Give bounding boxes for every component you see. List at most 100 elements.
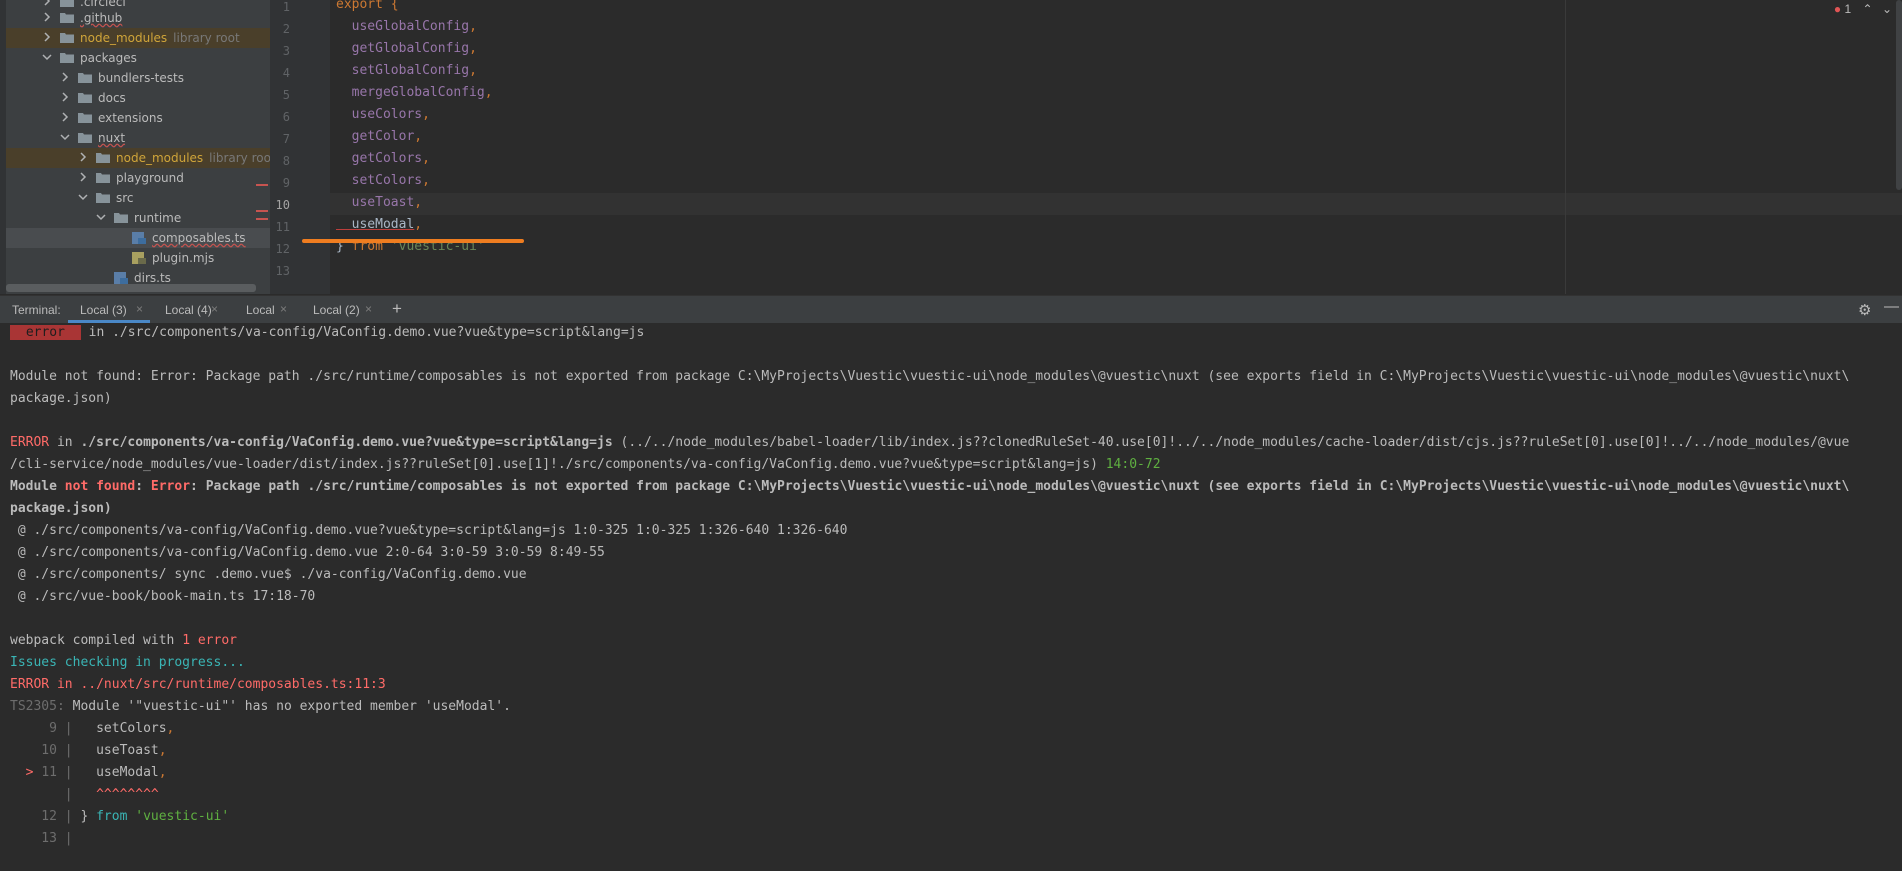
terminal-text: , <box>158 743 167 758</box>
terminal-line: @ ./src/vue-book/book-main.ts 17:18-70 <box>10 589 315 604</box>
terminal-line: package.json) <box>10 501 112 516</box>
terminal-line: | ^^^^^^^^ <box>10 787 159 802</box>
terminal-title: Terminal: <box>12 303 61 317</box>
code-line[interactable]: mergeGlobalConfig, <box>336 85 493 100</box>
line-number: 11 <box>275 220 290 234</box>
add-terminal-button[interactable]: + <box>392 299 402 319</box>
terminal-text: @ ./src/components/va-config/VaConfig.de… <box>10 523 848 538</box>
chevron-down-icon[interactable] <box>78 191 88 203</box>
terminal-text: , <box>166 721 175 736</box>
code-line[interactable]: setGlobalConfig, <box>336 63 477 78</box>
tree-item[interactable]: composables.ts <box>6 228 270 248</box>
terminal-text: Module <box>10 479 65 494</box>
line-number: 1 <box>282 0 290 14</box>
code-line[interactable]: getColor, <box>336 129 422 144</box>
chevron-right-icon[interactable] <box>60 71 70 83</box>
terminal-tab[interactable]: Local (3) × <box>68 296 150 323</box>
tree-item-label: runtime <box>134 211 182 225</box>
code-line[interactable]: export { <box>336 0 399 12</box>
tree-item[interactable]: node_modules library root <box>6 28 270 48</box>
terminal-output[interactable]: error in ./src/components/va-config/VaCo… <box>0 323 1902 871</box>
tree-item[interactable]: extensions <box>6 108 270 128</box>
code-line[interactable]: getColors, <box>336 151 430 166</box>
terminal-line: 10 | useToast, <box>10 743 167 758</box>
chevron-right-icon[interactable] <box>78 171 88 183</box>
folder-icon <box>114 212 128 223</box>
folder-icon <box>78 132 92 143</box>
tree-item[interactable]: docs <box>6 88 270 108</box>
code-token: useGlobalConfig <box>336 19 470 34</box>
chevron-down-icon[interactable] <box>60 131 70 143</box>
terminal-text: , <box>158 765 167 780</box>
chevron-right-icon[interactable] <box>42 31 52 43</box>
problems-count: 1 <box>1844 2 1852 16</box>
terminal-text: (../../node_modules/babel-loader/lib/ind… <box>612 435 1850 450</box>
code-token: getColors <box>336 151 423 166</box>
chevron-down-icon[interactable]: ⌄ <box>1882 2 1892 16</box>
right-margin-guide <box>1565 0 1566 294</box>
tree-item[interactable]: runtime <box>6 208 270 228</box>
code-line[interactable]: useModal, <box>336 217 422 232</box>
code-line[interactable]: getGlobalConfig, <box>336 41 477 56</box>
chevron-down-icon[interactable] <box>42 51 52 63</box>
tree-item[interactable]: plugin.mjs <box>6 248 270 268</box>
terminal-text: setColors <box>80 721 167 736</box>
code-line[interactable]: useGlobalConfig, <box>336 19 477 34</box>
terminal-text: /cli-service/node_modules/vue-loader/dis… <box>10 457 1106 472</box>
tree-item[interactable]: packages <box>6 48 270 68</box>
terminal-text: ERROR <box>10 435 50 450</box>
code-line[interactable]: useColors, <box>336 107 430 122</box>
terminal-tab[interactable]: Local (2) × <box>301 296 379 323</box>
chevron-right-icon[interactable] <box>60 91 70 103</box>
tree-item[interactable]: playground <box>6 168 270 188</box>
tree-item[interactable]: nuxt <box>6 128 270 148</box>
chevron-right-icon[interactable] <box>78 151 88 163</box>
tree-item[interactable]: bundlers-tests <box>6 68 270 88</box>
tree-item-label: plugin.mjs <box>152 251 215 265</box>
chevron-up-icon[interactable]: ⌃ <box>1863 2 1873 16</box>
terminal-text: webpack compiled with <box>10 633 183 648</box>
line-number: 10 <box>275 198 290 212</box>
minimize-icon[interactable]: — <box>1884 298 1899 315</box>
code-token: , <box>422 173 430 188</box>
terminal-text: not found <box>64 479 136 494</box>
tree-horizontal-scrollbar[interactable] <box>6 284 256 292</box>
terminal-tab[interactable]: Local × <box>234 296 294 323</box>
close-icon[interactable]: × <box>280 302 287 316</box>
editor-scrollbar[interactable] <box>1896 0 1902 190</box>
chevron-right-icon[interactable] <box>42 11 52 23</box>
error-underline-annotation <box>302 239 524 243</box>
code-token: , <box>469 19 477 34</box>
terminal-toolbar: Terminal: Local (3) × Local (4) × Local × Loca… <box>0 295 1902 323</box>
chevron-down-icon[interactable] <box>96 211 106 223</box>
tree-item[interactable]: node_modules library root <box>6 148 270 168</box>
tree-item-label: playground <box>116 171 184 185</box>
code-line[interactable]: setColors, <box>336 173 430 188</box>
error-marker <box>256 210 268 212</box>
code-token: export { <box>336 0 399 12</box>
terminal-line: 9 | setColors, <box>10 721 174 736</box>
code-editor[interactable]: 1 2 3 4 5 6 7 8 9 10 11 12 13 export { useGlobalConf… <box>270 0 1902 294</box>
project-tree-panel: .circleci .github node_modules library root… <box>0 0 270 294</box>
tree-item-label: packages <box>80 51 137 65</box>
code-line[interactable]: useToast, <box>336 195 422 210</box>
problems-indicator[interactable]: ● 1 ⌃ ⌄ <box>1834 2 1892 16</box>
tree-item[interactable]: src <box>6 188 270 208</box>
chevron-right-icon[interactable] <box>60 111 70 123</box>
error-marker <box>256 184 268 186</box>
terminal-tab[interactable]: Local (4) × <box>153 296 225 323</box>
terminal-text: package.json) <box>10 391 112 406</box>
chevron-right-icon[interactable] <box>42 0 52 7</box>
tree-item-label: src <box>116 191 134 205</box>
gear-icon[interactable]: ⚙ <box>1858 301 1871 319</box>
close-icon[interactable]: × <box>365 302 372 316</box>
line-number: 3 <box>282 44 290 58</box>
folder-icon <box>60 52 74 63</box>
tree-item[interactable]: .github <box>6 8 270 28</box>
folder-icon <box>78 72 92 83</box>
terminal-text: useModal <box>80 765 159 780</box>
folder-icon <box>60 12 74 23</box>
close-icon[interactable]: × <box>211 302 218 316</box>
close-icon[interactable]: × <box>136 302 143 316</box>
folder-icon <box>60 0 74 7</box>
